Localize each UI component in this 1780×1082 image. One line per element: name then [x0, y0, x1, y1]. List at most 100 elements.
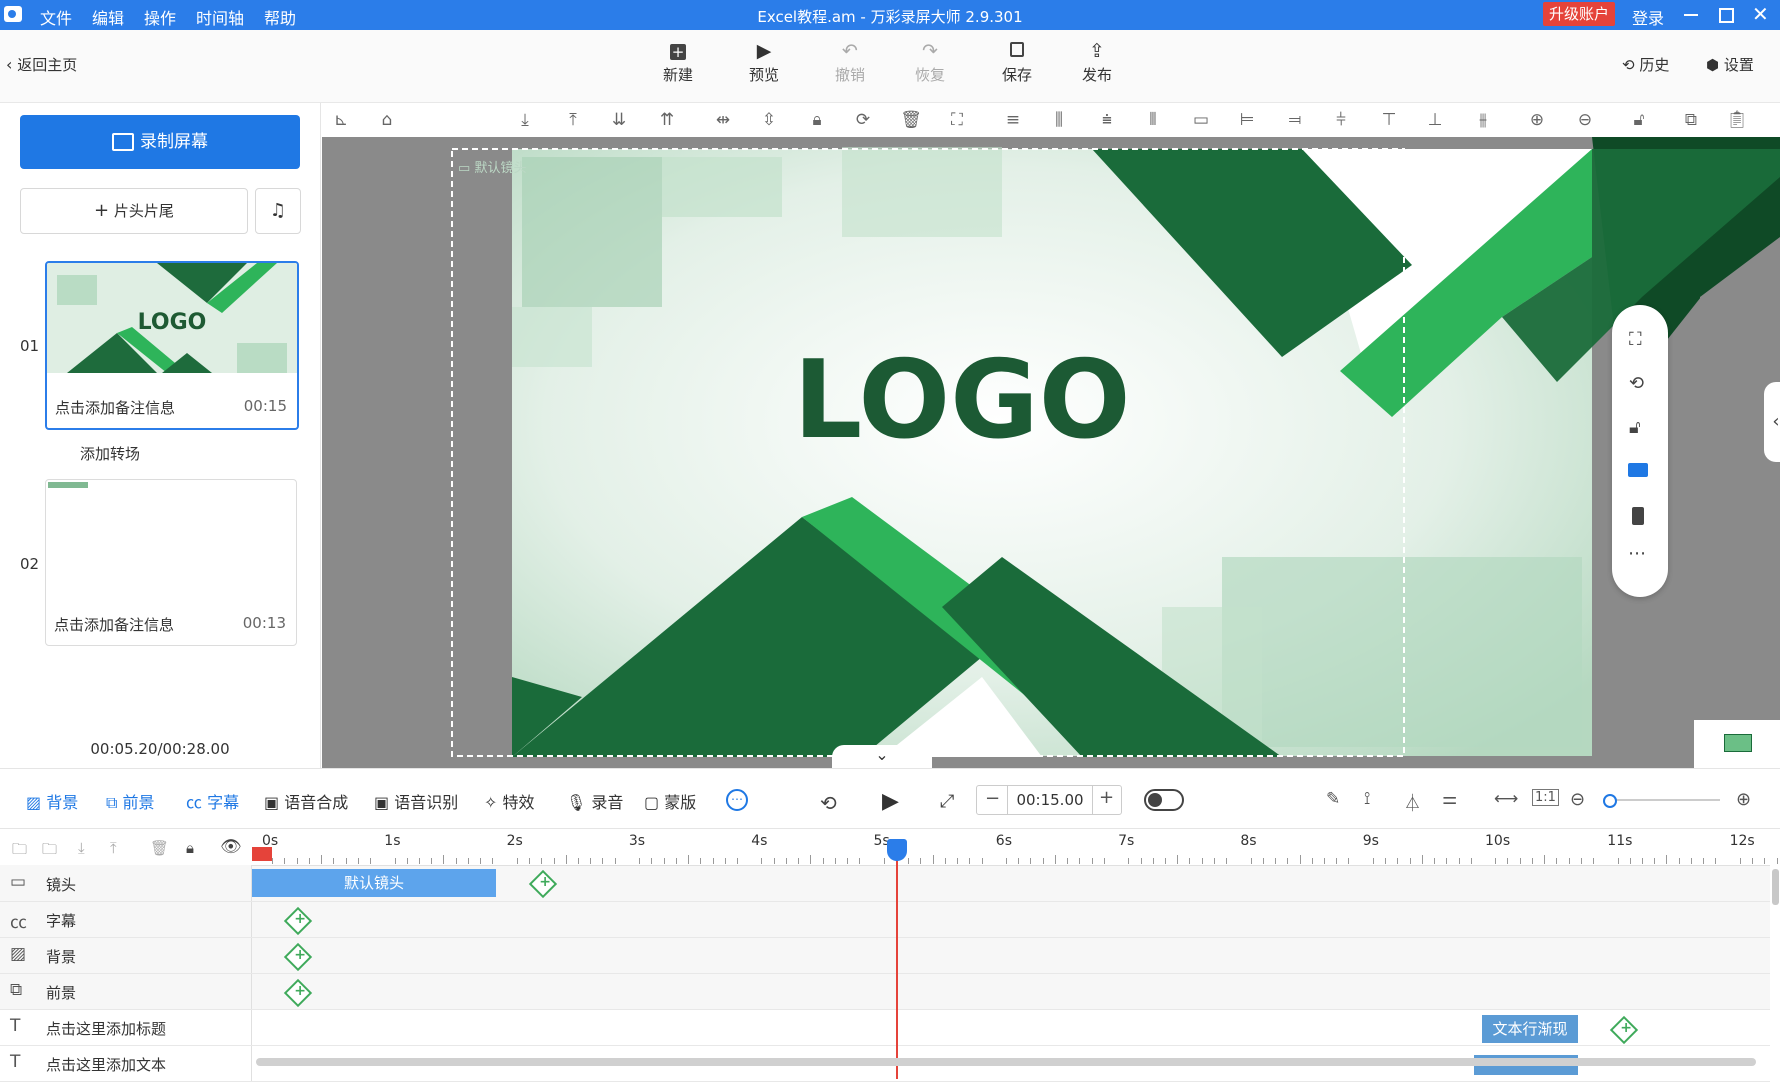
add-folder-icon[interactable]: 🗀︎	[42, 839, 57, 864]
tab-subtitle[interactable]: ㏄ 字幕	[186, 789, 239, 813]
same-width-icon[interactable]: ▭	[1190, 109, 1212, 131]
flip-vertical-icon[interactable]: ⇳	[758, 109, 780, 131]
align-middle-icon[interactable]: ⫩	[1330, 109, 1352, 131]
slide-thumbnail-1[interactable]: LOGO 点击添加备注信息 00:15	[45, 261, 299, 430]
playhead-handle[interactable]	[886, 839, 907, 861]
move-up-icon[interactable]: ⇈	[656, 109, 678, 131]
move-top-icon[interactable]: ⤒	[562, 109, 584, 131]
tab-foreground[interactable]: ⧉ 前景	[106, 789, 155, 813]
eye-icon[interactable]: 👁︎	[220, 837, 242, 857]
tab-record-audio[interactable]: 🎙︎ 录音	[566, 789, 623, 813]
align-bottom-icon[interactable]: ⊥	[1424, 109, 1446, 131]
align-left-icon[interactable]: ⊨	[1236, 109, 1258, 131]
zoom-in-icon[interactable]: ⊕	[1736, 789, 1751, 810]
copy-icon[interactable]: ⧉	[1680, 109, 1702, 131]
minimize-icon[interactable]	[1684, 14, 1698, 16]
plus-icon[interactable]: +	[1099, 787, 1114, 808]
edit-icon[interactable]: ✎	[1326, 789, 1340, 809]
redo-button[interactable]: ↷ 恢复	[900, 40, 960, 85]
align-right-icon[interactable]: ⫤	[1284, 109, 1306, 131]
move-bottom-icon[interactable]: ⤓	[514, 109, 536, 131]
new-button[interactable]: + 新建	[648, 40, 708, 85]
login-button[interactable]: 登录	[1632, 5, 1664, 29]
music-button[interactable]: ♫	[255, 188, 301, 234]
slide-note[interactable]: 点击添加备注信息	[54, 616, 174, 634]
filter-icon[interactable]: ⏃	[1404, 789, 1421, 814]
monitor-icon[interactable]	[1628, 463, 1648, 477]
text-effect-clip[interactable]: 文本行渐现	[1482, 1015, 1578, 1043]
undo-button[interactable]: ↶ 撤销	[820, 40, 880, 85]
rewind-icon[interactable]: ⟲	[820, 791, 837, 815]
flip-horizontal-icon[interactable]: ⇹	[712, 109, 734, 131]
tab-speech-recognition[interactable]: ▣ 语音识别	[374, 789, 458, 813]
ruler-icon[interactable]: ⊾	[330, 109, 352, 131]
home-icon[interactable]: ⌂	[376, 109, 398, 131]
fullscreen-icon[interactable]: ⤢	[940, 791, 954, 812]
tab-mask[interactable]: ▢ 蒙版	[644, 789, 696, 813]
tab-effects[interactable]: ✧ 特效	[484, 789, 535, 813]
move-down-icon[interactable]: ⇊	[608, 109, 630, 131]
tab-tts[interactable]: ▣ 语音合成	[264, 789, 348, 813]
trash-icon[interactable]: 🗑︎	[150, 839, 169, 857]
folder-icon[interactable]: 🗀︎	[12, 839, 27, 864]
upgrade-button[interactable]: 升级账户	[1543, 2, 1615, 26]
vertical-scrollbar[interactable]	[1772, 869, 1779, 905]
zoom-slider[interactable]	[1603, 794, 1720, 808]
duration-stepper[interactable]: − 00:15.00 +	[976, 785, 1122, 815]
distribute-v-icon[interactable]: ⩧	[1096, 109, 1118, 131]
fit-width-icon[interactable]: ⟷	[1494, 789, 1518, 809]
zoom-out-icon[interactable]: ⊖	[1570, 789, 1585, 810]
collapse-bottom-icon[interactable]: ⌄	[832, 745, 932, 768]
align-center-h-icon[interactable]: ≡	[1002, 109, 1024, 131]
move-down-icon[interactable]: ⤓	[78, 839, 85, 857]
actual-size-icon[interactable]: 1:1	[1532, 789, 1559, 806]
distribute-h-icon[interactable]: ⫴	[1142, 109, 1164, 131]
rotate-icon[interactable]: ⟳	[852, 109, 874, 131]
minus-icon[interactable]: −	[985, 788, 1000, 809]
fit-icon[interactable]: ⛶	[946, 109, 968, 131]
minimap-icon[interactable]	[1694, 720, 1780, 768]
camera-label[interactable]: ▭ 默认镜头	[458, 157, 526, 176]
save-button[interactable]: 保存	[987, 40, 1047, 85]
zoom-in-icon[interactable]: ⊕	[1526, 109, 1548, 131]
more-tabs-icon[interactable]: ⋯	[726, 789, 748, 811]
preview-button[interactable]: ▶ 预览	[734, 40, 794, 85]
horizontal-scrollbar[interactable]	[256, 1058, 1756, 1066]
align-top-icon[interactable]: ⊤	[1378, 109, 1400, 131]
phone-icon[interactable]	[1632, 507, 1644, 525]
slide-note[interactable]: 点击添加备注信息	[55, 399, 175, 417]
lock-open-icon[interactable]: 🔓︎	[1629, 417, 1641, 438]
screenshot-icon[interactable]: ⛶	[1629, 329, 1642, 350]
back-home-button[interactable]: ‹ 返回主页	[6, 54, 77, 75]
timeline-track[interactable]: ㏄ 字幕	[0, 901, 1770, 938]
camera-clip[interactable]: 默认镜头	[252, 869, 496, 897]
history-button[interactable]: ⟲ 历史	[1622, 54, 1669, 75]
align-center-v-icon[interactable]: ⫼	[1048, 109, 1070, 131]
editing-canvas[interactable]: LOGO ▭ 默认镜头 ⛶ ⟲ 🔓︎ ⋯ ‹ ⌄	[322, 137, 1780, 768]
delete-icon[interactable]: 🗑︎	[900, 109, 922, 131]
move-up-icon[interactable]: ⤒	[110, 839, 117, 857]
rotate-lock-icon[interactable]: ⟲	[1629, 373, 1644, 394]
lock-icon[interactable]: 🔒︎	[186, 839, 194, 857]
settings-button[interactable]: ⬢ 设置	[1706, 54, 1754, 75]
record-screen-button[interactable]: 录制屏幕	[20, 115, 300, 169]
collapse-right-icon[interactable]: ‹	[1764, 382, 1780, 462]
maximize-icon[interactable]	[1719, 8, 1734, 23]
split-icon[interactable]: ⟟	[1364, 789, 1370, 809]
tab-background[interactable]: ▨ 背景	[26, 789, 78, 813]
publish-button[interactable]: ⇪ 发布	[1067, 40, 1127, 85]
time-ruler[interactable]: 0s 1s 2s 3s 4s 5s 6s 7s 8s 9s 10s 11s 12s	[252, 829, 1778, 866]
slide-thumbnail-2[interactable]: 点击添加备注信息 00:13	[45, 479, 297, 646]
zoom-out-icon[interactable]: ⊖	[1574, 109, 1596, 131]
unlock-icon[interactable]: 🔓︎	[1628, 109, 1650, 131]
lock-icon[interactable]: 🔒︎	[806, 109, 828, 131]
duration-value[interactable]: 00:15.00	[1007, 786, 1093, 814]
more-icon[interactable]: ⋯	[1628, 543, 1646, 564]
timeline-track[interactable]: ⧉ 前景	[0, 973, 1770, 1010]
timeline-track[interactable]: ▨ 背景	[0, 937, 1770, 974]
add-transition-button[interactable]: 添加转场	[80, 443, 140, 464]
paste-icon[interactable]: 📋︎	[1726, 109, 1748, 131]
play-button[interactable]: ▶	[882, 789, 899, 814]
adjust-icon[interactable]: ⚌	[1442, 789, 1457, 809]
align-v-center-icon[interactable]: ⫵	[1472, 109, 1494, 131]
